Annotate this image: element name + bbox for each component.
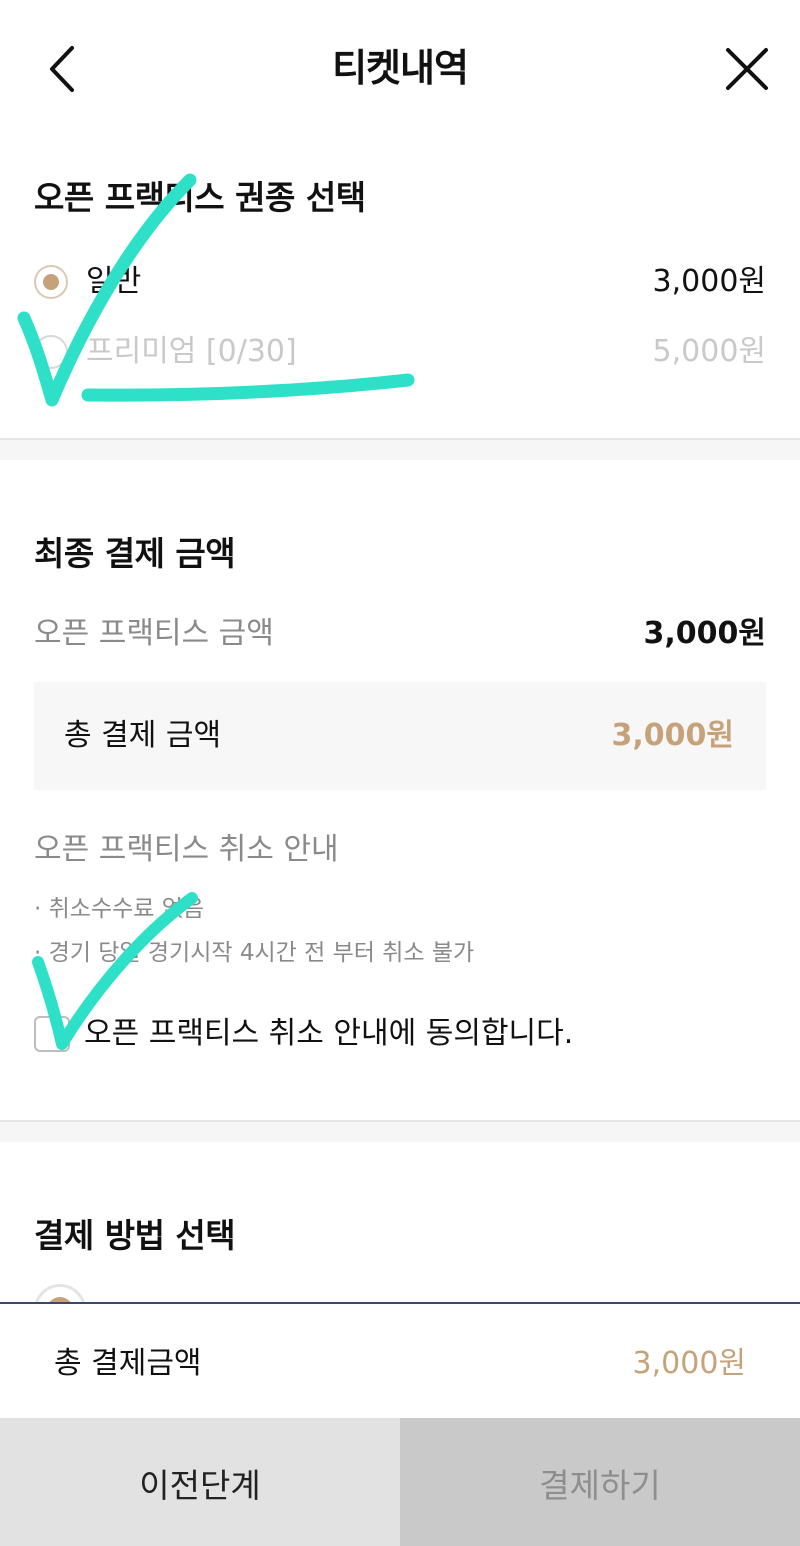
close-icon <box>726 48 768 90</box>
agree-label[interactable]: 오픈 프랙티스 취소 안내에 동의합니다. <box>84 1010 573 1058</box>
ticket-option-general[interactable]: 일반 3,000원 <box>34 258 766 306</box>
ticket-option-premium[interactable]: 프리미엄 [0/30] 5,000원 <box>34 328 766 376</box>
section-divider <box>0 1120 800 1142</box>
practice-amount-value: 3,000원 <box>643 616 767 651</box>
page-title: 티켓내역 <box>332 46 469 90</box>
total-payment-box: 총 결제 금액 3,000원 <box>34 682 766 790</box>
ticket-type-title: 오픈 프랙티스 권종 선택 <box>34 178 366 217</box>
cancel-agree-row[interactable]: 오픈 프랙티스 취소 안내에 동의합니다. <box>34 1010 734 1058</box>
total-payment-value: 3,000원 <box>611 718 735 753</box>
ticket-option-price: 3,000원 <box>652 264 766 299</box>
bottom-total-label: 총 결제금액 <box>54 1346 202 1381</box>
agree-checkbox[interactable] <box>34 1016 70 1052</box>
practice-amount-row: 오픈 프랙티스 금액 3,000원 <box>34 610 766 658</box>
payment-method-title: 결제 방법 선택 <box>34 1216 236 1255</box>
ticket-option-price: 5,000원 <box>652 334 766 369</box>
cancel-notice-item: · 취소수수료 없음 <box>34 896 205 922</box>
radio-unselected-icon[interactable] <box>34 335 68 369</box>
close-button[interactable] <box>722 44 772 94</box>
section-divider <box>0 438 800 460</box>
header: 티켓내역 <box>0 0 800 140</box>
cancel-notice-title: 오픈 프랙티스 취소 안내 <box>34 832 339 867</box>
total-payment-label: 총 결제 금액 <box>64 718 222 753</box>
practice-amount-label: 오픈 프랙티스 금액 <box>34 616 274 651</box>
bottom-total-value: 3,000원 <box>632 1346 746 1381</box>
radio-selected-icon[interactable] <box>34 265 68 299</box>
cancel-notice-item: · 경기 당일 경기시작 4시간 전 부터 취소 불가 <box>34 940 475 966</box>
previous-step-button[interactable]: 이전단계 <box>0 1418 400 1546</box>
ticket-option-label: 일반 <box>86 264 142 299</box>
final-payment-title: 최종 결제 금액 <box>34 534 236 573</box>
ticket-option-label: 프리미엄 [0/30] <box>86 334 297 369</box>
bottom-bar: 총 결제금액 3,000원 이전단계 결제하기 <box>0 1302 800 1546</box>
pay-button[interactable]: 결제하기 <box>400 1418 800 1546</box>
